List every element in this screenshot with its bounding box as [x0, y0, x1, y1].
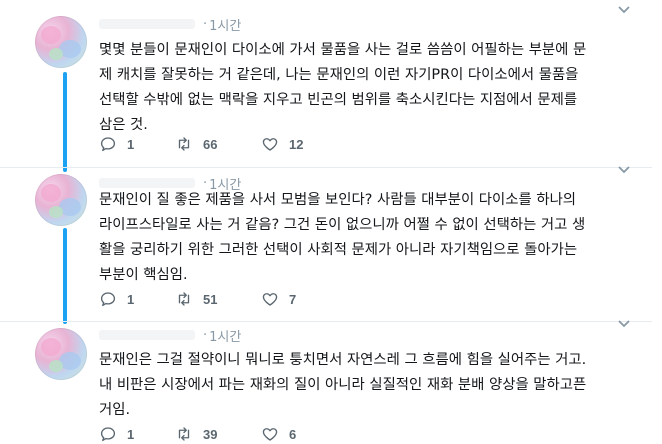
time-separator: · [203, 16, 208, 32]
time-separator: · [203, 327, 208, 343]
retweet-count: 66 [203, 136, 218, 152]
tweet-actions: 1 66 12 [99, 134, 341, 154]
retweet-count: 39 [203, 426, 218, 442]
like-count: 7 [289, 291, 297, 307]
tweet-thread: · 1시간 몇몇 분들이 문재인이 다이소에 가서 물품을 사는 걸로 씀씀이 … [0, 0, 662, 444]
like-count: 6 [289, 426, 297, 442]
heart-icon [262, 428, 278, 441]
tweet-meta: · 1시간 [99, 15, 241, 34]
chevron-down-icon[interactable] [616, 318, 632, 330]
reply-icon [100, 137, 116, 152]
author-name-blurred[interactable] [99, 19, 195, 29]
retweet-count: 51 [203, 291, 218, 307]
tweet-1[interactable]: · 1시간 몇몇 분들이 문재인이 다이소에 가서 물품을 사는 걸로 씀씀이 … [0, 0, 652, 168]
retweet-button[interactable]: 66 [175, 135, 261, 153]
reply-count: 1 [127, 291, 135, 307]
reply-button[interactable]: 1 [99, 290, 175, 308]
tweet-text: 몇몇 분들이 문재인이 다이소에 가서 물품을 사는 걸로 씀씀이 어필하는 부… [99, 42, 587, 133]
tweet-text: 문재인은 그걸 절약이니 뭐니로 퉁치면서 자연스레 그 흐름에 힘을 실어주는… [99, 352, 587, 418]
like-button[interactable]: 12 [261, 135, 341, 153]
retweet-icon [178, 427, 190, 441]
reply-icon [100, 427, 116, 442]
reply-count: 1 [127, 136, 135, 152]
reply-button[interactable]: 1 [99, 135, 175, 153]
chevron-down-icon[interactable] [616, 164, 632, 176]
like-button[interactable]: 7 [261, 290, 341, 308]
like-button[interactable]: 6 [261, 425, 341, 443]
tweet-meta: · 1시간 [99, 326, 241, 345]
author-name-blurred[interactable] [99, 330, 195, 340]
tweet-3[interactable]: · 1시간 문재인은 그걸 절약이니 뭐니로 퉁치면서 자연스레 그 흐름에 힘… [0, 320, 652, 444]
retweet-icon [178, 292, 190, 306]
tweet-timestamp[interactable]: 1시간 [209, 15, 241, 34]
heart-icon [262, 293, 278, 306]
tweet-text: 문재인이 질 좋은 제품을 사서 모범을 보인다? 사람들 대부분이 다이소를 … [99, 192, 586, 283]
avatar[interactable] [35, 328, 87, 380]
author-name-blurred[interactable] [99, 178, 195, 188]
reply-button[interactable]: 1 [99, 425, 175, 443]
avatar[interactable] [35, 16, 87, 68]
chevron-down-icon[interactable] [616, 4, 632, 16]
retweet-button[interactable]: 51 [175, 290, 261, 308]
retweet-button[interactable]: 39 [175, 425, 261, 443]
tweet-actions: 1 51 7 [99, 289, 341, 309]
like-count: 12 [289, 136, 304, 152]
heart-icon [262, 138, 278, 151]
avatar[interactable] [35, 174, 87, 226]
tweet-actions: 1 39 6 [99, 424, 341, 444]
retweet-icon [178, 137, 190, 151]
tweet-2[interactable]: · 1시간 문재인이 질 좋은 제품을 사서 모범을 보인다? 사람들 대부분이… [0, 166, 652, 322]
reply-count: 1 [127, 426, 135, 442]
tweet-timestamp[interactable]: 1시간 [209, 326, 241, 345]
reply-icon [100, 292, 116, 307]
